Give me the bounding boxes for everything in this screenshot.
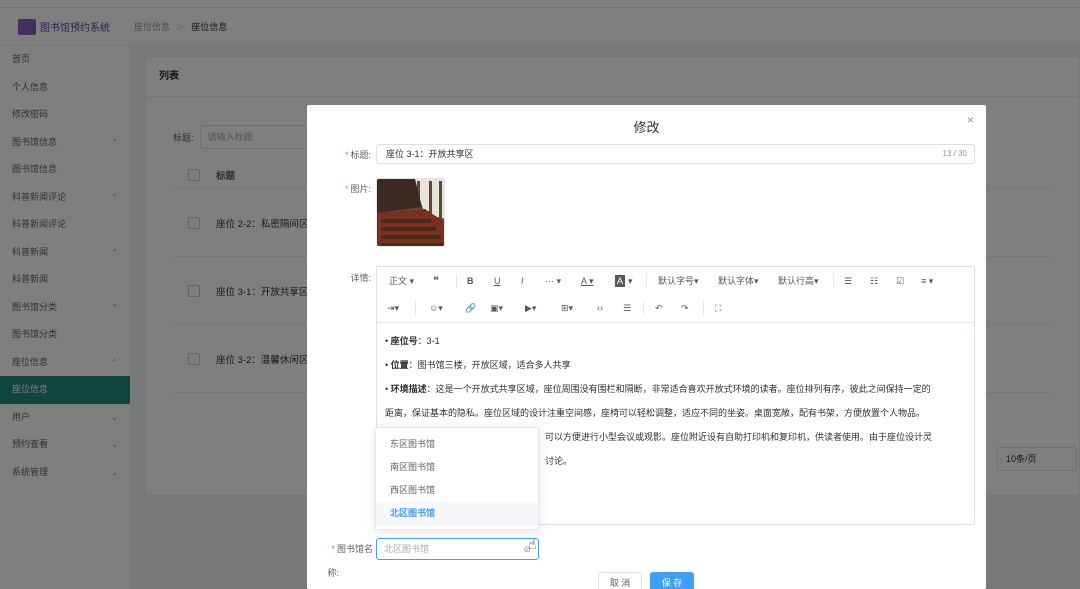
cancel-button[interactable]: 取 消 — [598, 572, 642, 589]
library-select-placeholder: 北区图书馆 — [384, 544, 430, 554]
bold-icon[interactable]: B — [467, 271, 474, 291]
more-format-button[interactable]: ··· ▾ — [545, 271, 561, 291]
indent-button[interactable]: ⇥▾ — [387, 298, 399, 318]
library-select[interactable]: 北区图书馆 ⊘ — [376, 538, 539, 560]
numbered-list-icon[interactable]: ☷ — [870, 271, 878, 291]
fullscreen-icon[interactable]: ⛶ — [715, 298, 721, 318]
quote-icon[interactable]: ❝ — [433, 271, 439, 291]
edit-dialog: 修改 × * 标题: 座位 3-1：开放共享区 13 / 30 * 图片: 详情… — [307, 105, 986, 589]
content-line: • 环境描述：这是一个开放式共享区域，座位周围没有围栏和隔断，非常适合喜欢开放式… — [385, 384, 931, 394]
title-char-count: 13 / 30 — [942, 149, 967, 158]
emoji-button[interactable]: ☺▾ — [429, 298, 443, 318]
underline-icon[interactable]: U — [494, 271, 501, 291]
dropdown-option[interactable]: 东区图书馆 — [376, 433, 538, 456]
dropdown-option[interactable]: 南区图书馆 — [376, 456, 538, 479]
toolbar-divider — [703, 301, 704, 315]
background-color-caret[interactable]: ▾ — [628, 271, 633, 291]
italic-icon[interactable]: I — [521, 271, 524, 291]
line-height-select[interactable]: 默认行高▾ — [778, 271, 819, 291]
content-line: • 位置：图书馆三楼，开放区域，适合多人共享 — [385, 360, 571, 370]
title-input[interactable]: 座位 3-1：开放共享区 13 / 30 — [376, 144, 975, 164]
content-line: 距离，保证基本的隐私。座位区域的设计注重空间感，座椅可以轻松调整，适应不同的坐姿… — [385, 408, 926, 418]
library-seats-image — [377, 179, 444, 246]
toolbar-divider — [643, 301, 644, 315]
save-button[interactable]: 保 存 — [650, 572, 694, 589]
content-line: • 座位号：3-1 — [385, 336, 440, 346]
uploaded-image[interactable] — [376, 178, 445, 247]
dropdown-option[interactable]: 西区图书馆 — [376, 479, 538, 502]
dropdown-option-selected[interactable]: 北区图书馆 — [376, 502, 538, 525]
close-icon[interactable]: × — [967, 113, 974, 127]
toolbar-divider — [415, 301, 416, 315]
library-field-label: * 图书馆名 — [331, 544, 373, 554]
title-field-label: * 标题: — [344, 150, 371, 160]
todo-list-icon[interactable]: ☑ — [896, 271, 904, 291]
dialog-title: 修改 — [633, 120, 660, 135]
paragraph-style-button[interactable]: 正文 ▾ — [389, 271, 414, 291]
image-field-label: * 图片: — [344, 184, 371, 194]
image-insert-button[interactable]: ▣▾ — [490, 298, 503, 318]
toolbar-divider — [833, 274, 834, 288]
editor-toolbar: 正文 ▾ ❝ B U I ··· ▾ A ▾ A ▾ 默认字号▾ 默认字体▾ 默… — [377, 267, 974, 323]
mouse-pointer-icon: ☝ — [528, 536, 537, 552]
bullet-list-icon[interactable]: ☰ — [844, 271, 852, 291]
library-field-label-suffix: 称: — [327, 568, 339, 578]
redo-icon[interactable]: ↷ — [681, 298, 689, 318]
library-dropdown: 东区图书馆 南区图书馆 西区图书馆 北区图书馆 — [375, 427, 539, 530]
toolbar-divider — [456, 274, 457, 288]
font-size-select[interactable]: 默认字号▾ — [658, 271, 699, 291]
video-insert-button[interactable]: ▶▾ — [525, 298, 536, 318]
font-color-button[interactable]: A ▾ — [581, 271, 594, 291]
align-button[interactable]: ≡ ▾ — [921, 271, 933, 291]
undo-icon[interactable]: ↶ — [655, 298, 663, 318]
title-input-value: 座位 3-1：开放共享区 — [386, 149, 474, 159]
background-color-button[interactable]: A — [615, 275, 626, 287]
toolbar-divider — [646, 274, 647, 288]
detail-field-label: 详情: — [350, 273, 371, 283]
font-family-select[interactable]: 默认字体▾ — [718, 271, 759, 291]
link-icon[interactable]: 🔗 — [465, 298, 476, 318]
table-insert-button[interactable]: ⊞▾ — [561, 298, 573, 318]
app: 图书馆预约系统 座位信息 > 座位信息 首页个人信息修改密码图书馆信息⌃图书馆信… — [0, 0, 1080, 589]
divider-icon[interactable]: ☰ — [623, 298, 631, 318]
code-icon[interactable]: ‹› — [597, 298, 603, 318]
